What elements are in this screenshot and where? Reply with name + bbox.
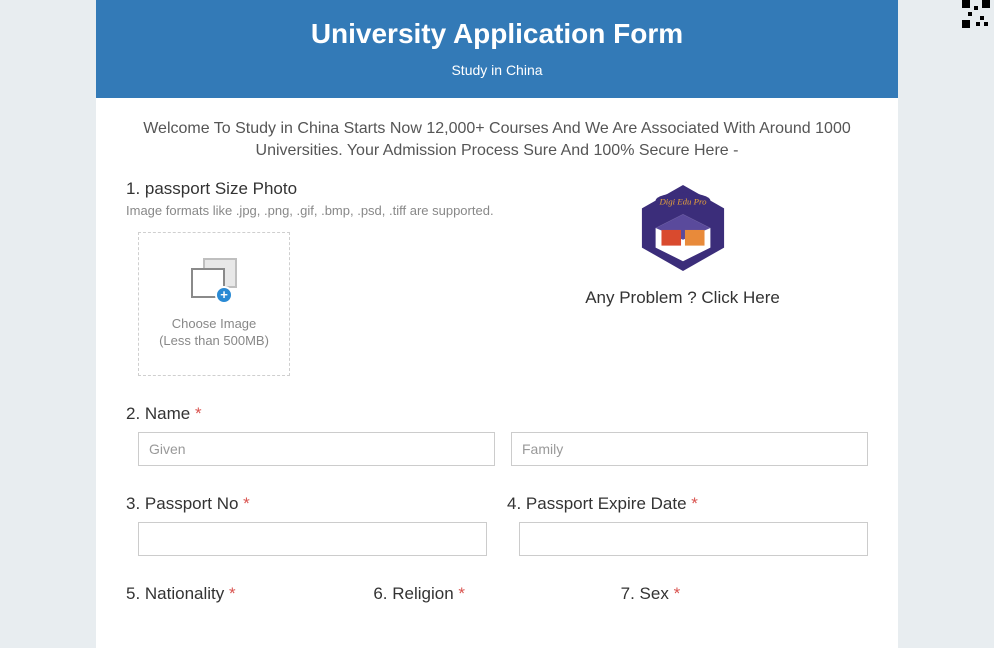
welcome-text: Welcome To Study in China Starts Now 12,… (96, 98, 898, 179)
religion-label: 6. Religion * (373, 584, 620, 604)
help-logo: Digi Edu Pro (497, 183, 868, 278)
form-header: University Application Form Study in Chi… (96, 0, 898, 98)
upload-text: Choose Image (Less than 500MB) (159, 316, 269, 350)
nationality-label: 5. Nationality * (126, 584, 373, 604)
name-label: 2. Name * (126, 404, 868, 424)
svg-text:Digi Edu Pro: Digi Edu Pro (658, 196, 707, 206)
passport-no-input[interactable] (138, 522, 487, 556)
help-link[interactable]: Any Problem ? Click Here (497, 288, 868, 308)
qr-code-icon[interactable] (962, 0, 990, 28)
passport-expire-input[interactable] (519, 522, 868, 556)
photo-label: 1. passport Size Photo (126, 179, 497, 199)
passport-expire-label: 4. Passport Expire Date * (507, 494, 868, 514)
given-name-input[interactable] (138, 432, 495, 466)
image-upload-icon: + (191, 258, 237, 302)
passport-no-label: 3. Passport No * (126, 494, 487, 514)
sex-label: 7. Sex * (621, 584, 868, 604)
page-title: University Application Form (116, 18, 878, 50)
photo-hint: Image formats like .jpg, .png, .gif, .bm… (126, 203, 497, 220)
photo-upload-box[interactable]: + Choose Image (Less than 500MB) (138, 232, 290, 376)
page-subtitle: Study in China (116, 62, 878, 78)
family-name-input[interactable] (511, 432, 868, 466)
